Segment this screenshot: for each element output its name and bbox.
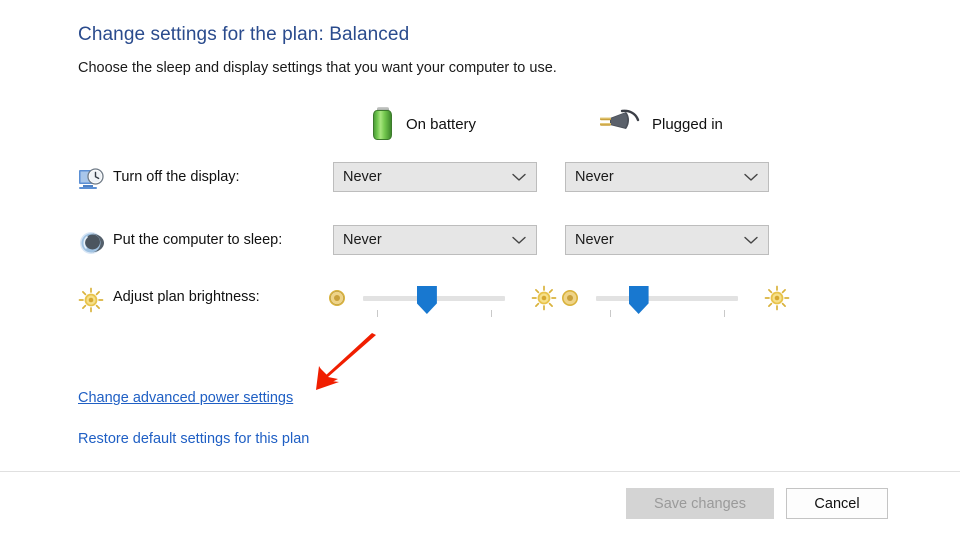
page-title: Change settings for the plan: Balanced <box>78 24 410 45</box>
setting-label-put-computer-to-sleep: Put the computer to sleep: <box>113 232 283 248</box>
dropdown-sleep-battery[interactable]: Never <box>333 225 537 255</box>
sleep-moon-icon <box>78 230 105 256</box>
brightness-slider-battery[interactable] <box>327 282 557 326</box>
display-clock-icon <box>78 167 104 193</box>
link-change-advanced-power-settings[interactable]: Change advanced power settings <box>78 390 293 406</box>
chevron-down-icon <box>744 173 758 181</box>
setting-row-turn-off-display: Turn off the display: Never Never <box>0 162 960 206</box>
setting-label-turn-off-display: Turn off the display: <box>113 169 240 185</box>
cancel-button[interactable]: Cancel <box>786 488 888 519</box>
bright-brightness-icon <box>531 285 557 311</box>
setting-label-adjust-plan-brightness: Adjust plan brightness: <box>113 289 260 305</box>
battery-icon <box>372 107 394 141</box>
slider-track[interactable] <box>596 296 738 301</box>
power-plug-icon <box>596 107 640 142</box>
dropdown-turn-off-display-battery[interactable]: Never <box>333 162 537 192</box>
column-header-plugged-in: Plugged in <box>596 104 723 144</box>
dropdown-sleep-plugged[interactable]: Never <box>565 225 769 255</box>
chevron-down-icon <box>512 173 526 181</box>
column-header-plugged-in-label: Plugged in <box>652 115 723 133</box>
bright-brightness-icon <box>764 285 790 311</box>
dropdown-turn-off-display-plugged[interactable]: Never <box>565 162 769 192</box>
footer-separator <box>0 471 960 472</box>
slider-ticks <box>596 310 738 318</box>
column-header-on-battery: On battery <box>372 104 476 144</box>
dim-brightness-icon <box>560 288 580 308</box>
dropdown-value: Never <box>343 169 382 185</box>
chevron-down-icon <box>512 236 526 244</box>
red-arrow-icon <box>316 333 376 390</box>
brightness-slider-plugged[interactable] <box>560 282 790 326</box>
dropdown-value: Never <box>575 169 614 185</box>
setting-row-put-computer-to-sleep: Put the computer to sleep: Never Never <box>0 225 960 269</box>
dropdown-value: Never <box>575 232 614 248</box>
dropdown-value: Never <box>343 232 382 248</box>
slider-ticks <box>363 310 505 318</box>
link-restore-default-settings[interactable]: Restore default settings for this plan <box>78 431 309 447</box>
page-subtitle: Choose the sleep and display settings th… <box>78 60 557 76</box>
dim-brightness-icon <box>327 288 347 308</box>
setting-row-adjust-plan-brightness: Adjust plan brightness: <box>0 282 960 326</box>
column-header-on-battery-label: On battery <box>406 115 477 133</box>
sun-icon <box>78 287 104 313</box>
chevron-down-icon <box>744 236 758 244</box>
save-changes-button[interactable]: Save changes <box>626 488 774 519</box>
